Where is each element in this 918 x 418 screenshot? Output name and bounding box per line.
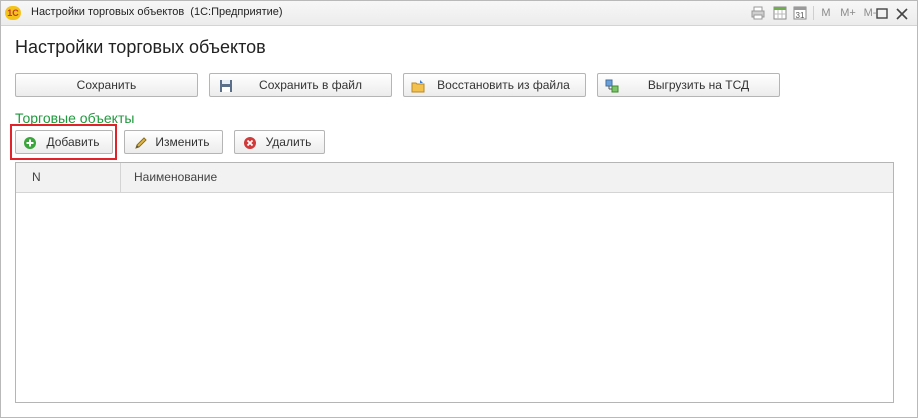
column-separator[interactable] xyxy=(120,163,121,192)
add-button[interactable]: Добавить xyxy=(15,130,113,154)
export-device-icon xyxy=(605,78,619,93)
export-tsd-button[interactable]: Выгрузить на ТСД xyxy=(597,73,780,97)
print-icon[interactable] xyxy=(750,5,766,21)
close-icon[interactable] xyxy=(895,5,909,21)
memory-m-button[interactable]: M xyxy=(819,5,833,21)
app-logo-icon: 1С xyxy=(5,6,21,20)
trade-objects-table[interactable]: N Наименование xyxy=(15,162,894,403)
plus-circle-icon xyxy=(23,135,37,149)
title-bar: 1С Настройки торговых объектов (1С:Предп… xyxy=(1,1,917,26)
save-button[interactable]: Сохранить xyxy=(15,73,198,97)
calendar-grid-icon[interactable] xyxy=(772,5,788,21)
export-tsd-label: Выгрузить на ТСД xyxy=(647,78,750,92)
window-title: Настройки торговых объектов (1С:Предприя… xyxy=(31,6,283,18)
delete-button[interactable]: Удалить xyxy=(234,130,325,154)
calendar-day: 31 xyxy=(795,11,805,20)
table-header: N Наименование xyxy=(16,163,893,193)
folder-open-icon xyxy=(411,78,425,93)
restore-from-file-button[interactable]: Восстановить из файла xyxy=(403,73,586,97)
floppy-disk-icon xyxy=(219,78,233,92)
add-button-label: Добавить xyxy=(46,135,100,149)
delete-circle-icon xyxy=(243,135,257,149)
pencil-icon xyxy=(134,135,148,149)
save-to-file-button[interactable]: Сохранить в файл xyxy=(209,73,392,97)
app-window: 1С Настройки торговых объектов (1С:Предп… xyxy=(0,0,918,418)
form-title: Настройки торговых объектов xyxy=(15,37,266,57)
save-to-file-label: Сохранить в файл xyxy=(259,78,362,92)
restore-from-file-label: Восстановить из файла xyxy=(437,78,570,92)
save-button-label: Сохранить xyxy=(76,78,137,92)
edit-button[interactable]: Изменить xyxy=(124,130,223,154)
column-header-number[interactable]: N xyxy=(32,170,41,184)
memory-plus-button[interactable]: M+ xyxy=(839,5,857,21)
column-header-name[interactable]: Наименование xyxy=(134,170,217,184)
title-separator xyxy=(813,6,814,20)
edit-button-label: Изменить xyxy=(155,135,210,149)
delete-button-label: Удалить xyxy=(265,135,312,149)
restore-icon[interactable] xyxy=(875,5,889,21)
